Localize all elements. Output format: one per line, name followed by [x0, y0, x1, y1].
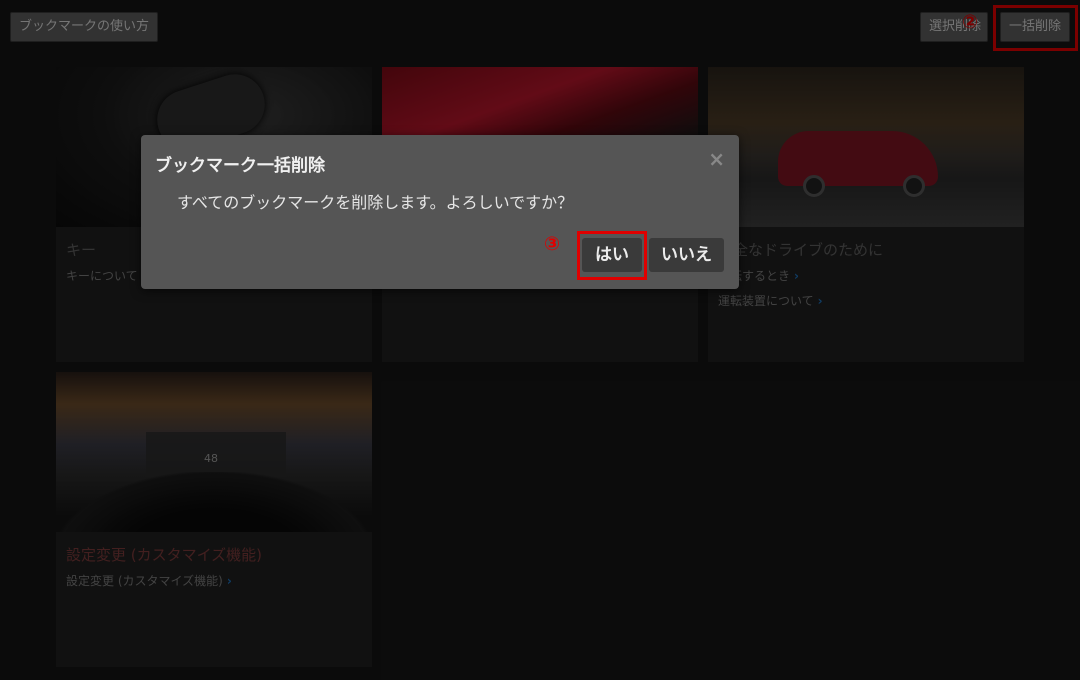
delete-all-dialog: ブックマーク一括削除 × すべてのブックマークを削除します。よろしいですか？ は…	[141, 135, 739, 289]
street-car-image	[708, 67, 1024, 227]
chevron-right-icon: ›	[817, 294, 823, 308]
steering-wheel-shape	[56, 472, 372, 532]
card-link[interactable]: 設定変更 (カスタマイズ機能) ›	[66, 572, 232, 589]
wheel-shape	[903, 175, 925, 197]
hud-speed: 48	[204, 452, 218, 465]
card-link-label: キーについて	[66, 269, 138, 283]
card-title: 設定変更 (カスタマイズ機能)	[66, 546, 263, 564]
card-link-label: 運転装置について	[718, 294, 814, 308]
bookmark-card-customize[interactable]: 48 設定変更 (カスタマイズ機能) 設定変更 (カスタマイズ機能) ›	[56, 372, 372, 667]
card-title: キー	[66, 241, 97, 259]
card-link[interactable]: キーについて›	[66, 267, 147, 284]
wheel-shape	[803, 175, 825, 197]
dialog-title: ブックマーク一括削除	[155, 156, 325, 176]
card-title: 安全なドライブのために	[718, 241, 884, 259]
card-link[interactable]: 運転装置について ›	[718, 292, 823, 309]
chevron-right-icon: ›	[794, 269, 799, 283]
yes-button[interactable]: はい	[582, 238, 642, 272]
card-link-label: 設定変更 (カスタマイズ機能)	[66, 574, 223, 588]
no-button[interactable]: いいえ	[649, 238, 724, 272]
chevron-right-icon: ›	[226, 574, 232, 588]
bookmark-card-safe-drive[interactable]: 安全なドライブのために 運転するとき › 運転装置について ›	[708, 67, 1024, 362]
bookmark-help-button[interactable]: ブックマークの使い方	[10, 12, 158, 42]
red-car-image	[382, 67, 698, 137]
hud-image: 48	[56, 372, 372, 532]
dialog-message: すべてのブックマークを削除します。よろしいですか？	[177, 193, 574, 212]
step-3-marker: ③	[544, 233, 561, 255]
delete-all-button[interactable]: 一括削除	[1000, 12, 1070, 42]
close-icon[interactable]: ×	[708, 147, 725, 171]
step-2-marker: ②	[962, 11, 979, 33]
